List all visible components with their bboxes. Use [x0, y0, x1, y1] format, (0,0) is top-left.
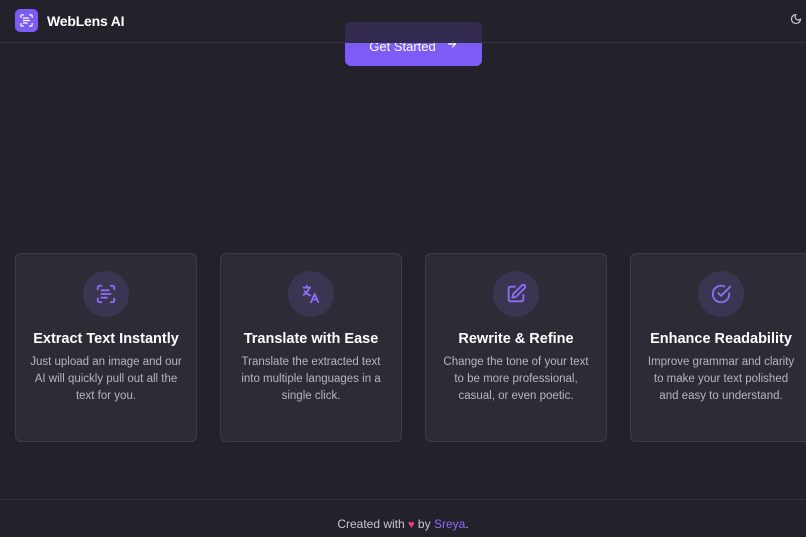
feature-card-readability: Enhance Readability Improve grammar and …	[630, 253, 806, 442]
footer-by: by	[417, 517, 431, 531]
pencil-square-icon	[493, 271, 539, 317]
feature-title: Rewrite & Refine	[458, 331, 574, 347]
feature-description: Change the tone of your text to be more …	[443, 356, 589, 402]
languages-icon	[288, 271, 334, 317]
brand-name: WebLens AI	[47, 12, 125, 29]
site-header: WebLens AI	[0, 0, 806, 43]
scan-text-icon	[15, 9, 38, 32]
feature-card-translate: Translate with Ease Translate the extrac…	[220, 253, 402, 442]
feature-card-extract: Extract Text Instantly Just upload an im…	[15, 253, 197, 442]
moon-icon	[790, 12, 802, 30]
scan-text-icon	[83, 271, 129, 317]
feature-description: Just upload an image and our AI will qui…	[30, 356, 182, 402]
author-link[interactable]: Sreya	[434, 517, 465, 531]
check-circle-icon	[698, 271, 744, 317]
feature-description: Improve grammar and clarity to make your…	[647, 356, 795, 402]
site-footer: Created with ♥ by Sreya.	[0, 517, 806, 531]
footer-divider	[0, 499, 806, 500]
heart-icon: ♥	[408, 519, 415, 531]
theme-toggle-button[interactable]	[790, 13, 806, 29]
footer-suffix: .	[465, 517, 469, 531]
feature-title: Translate with Ease	[243, 331, 379, 347]
feature-title: Extract Text Instantly	[33, 331, 179, 347]
feature-description: Translate the extracted text into multip…	[241, 356, 381, 402]
feature-title: Enhance Readability	[650, 331, 792, 347]
brand-link[interactable]: WebLens AI	[15, 9, 125, 32]
feature-card-rewrite: Rewrite & Refine Change the tone of your…	[425, 253, 607, 442]
footer-prefix: Created with	[337, 517, 405, 531]
landing-page: Get Started WebLens AI Extract Text Inst…	[0, 0, 806, 537]
